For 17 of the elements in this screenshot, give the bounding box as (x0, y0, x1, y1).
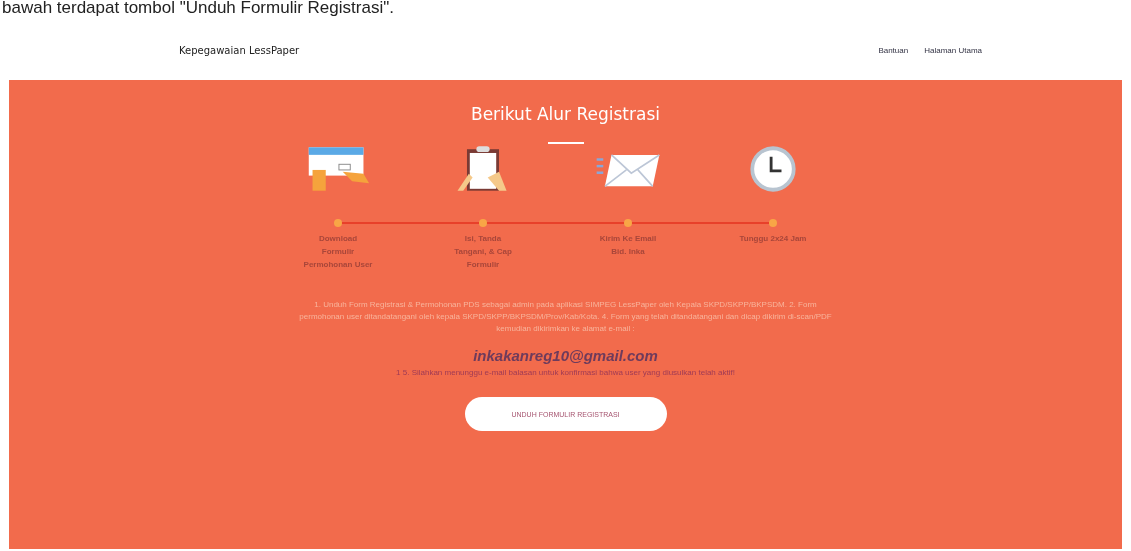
timeline-dot (479, 219, 487, 227)
step-label: Download Formulir Permohonan User (303, 233, 373, 271)
nav-link[interactable]: Halaman Utama (924, 45, 982, 55)
site-title[interactable]: Kepegawaian LessPaper (179, 44, 300, 56)
timeline-dot (334, 219, 342, 227)
timeline-dot (624, 219, 632, 227)
instructions-text: 1. Unduh Form Registrasi & Permohonan PDS sebagai admin pada aplikasi SIMPEG LessPaper oleh Kepala SKPD/SKPP/BKPSDM. 2. Form permohonan user ditandatangani oleh kepala SKPD/SKPP/BKPSDM/Prov/Kab/Kota. 4. Form yang telah ditandatangani dan dicap dikirim di-scan/PDF kemudian dikirimkan ke alamat e-mail : (298, 299, 833, 335)
email-address: inkakanreg10@gmail.com (473, 347, 658, 364)
document-text: bawah terdapat tombol "Unduh Formulir Registrasi". (1, 0, 395, 19)
title-underline (547, 142, 584, 144)
timeline-dot (769, 219, 777, 227)
nav-link[interactable]: Bantuan (878, 45, 909, 55)
step-label: Tunggu 2x24 Jam (738, 233, 808, 245)
notice-text: 1 5. Silahkan menunggu e-mail balasan untuk konfirmasi bahwa user yang diusulkan telah aktif! (395, 367, 736, 379)
step-label: Isi, Tanda Tangani, & Cap Formulir (453, 233, 513, 271)
step-label: Kirim Ke Email Bid. Inka (598, 233, 658, 258)
section-title: Berikut Alur Registrasi (470, 104, 661, 124)
